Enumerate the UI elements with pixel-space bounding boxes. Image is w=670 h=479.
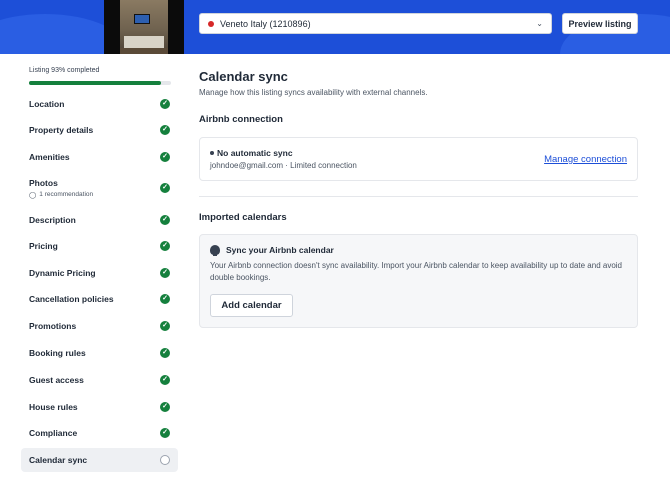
- check-icon: ✓: [160, 125, 170, 135]
- sync-status: No automatic sync: [210, 148, 293, 158]
- sidebar-item-label: Promotions: [29, 321, 77, 331]
- page-subtitle: Manage how this listing syncs availabili…: [199, 88, 428, 97]
- imported-card-title: Sync your Airbnb calendar: [226, 245, 334, 255]
- check-icon: ✓: [160, 183, 170, 193]
- sidebar-item-property-details[interactable]: Property details ✓: [21, 118, 178, 142]
- chevron-down-icon: ⌄: [536, 19, 543, 28]
- manage-connection-link[interactable]: Manage connection: [544, 154, 627, 165]
- lightbulb-icon: ◯: [29, 191, 37, 199]
- check-icon: ✓: [160, 375, 170, 385]
- sidebar-item-compliance[interactable]: Compliance ✓: [21, 421, 178, 445]
- sidebar-item-label: Booking rules: [29, 348, 86, 358]
- sidebar-item-label: Dynamic Pricing: [29, 268, 96, 278]
- sidebar-item-booking-rules[interactable]: Booking rules ✓: [21, 341, 178, 365]
- progress-bar-fill: [29, 81, 162, 85]
- connection-detail: johndoe@gmail.com · Limited connection: [210, 161, 357, 170]
- sidebar-item-label: House rules: [29, 402, 78, 412]
- airbnb-connection-heading: Airbnb connection: [199, 114, 283, 125]
- photos-recommendation: ◯ 1 recommendation: [29, 191, 93, 199]
- sidebar-item-cancellation-policies[interactable]: Cancellation policies ✓: [21, 287, 178, 311]
- sidebar-item-label: Compliance: [29, 428, 78, 438]
- sidebar-item-house-rules[interactable]: House rules ✓: [21, 395, 178, 419]
- recommendation-text: 1 recommendation: [39, 191, 94, 198]
- check-icon: ✓: [160, 321, 170, 331]
- listing-status-dot: [208, 20, 214, 27]
- sidebar-item-description[interactable]: Description ✓: [21, 208, 178, 232]
- check-icon: ✓: [160, 268, 170, 278]
- imported-card-header: Sync your Airbnb calendar: [210, 245, 334, 256]
- imported-calendar-card: Sync your Airbnb calendar Your Airbnb co…: [199, 234, 638, 328]
- sidebar-item-location[interactable]: Location ✓: [21, 92, 178, 116]
- sidebar-item-guest-access[interactable]: Guest access ✓: [21, 368, 178, 392]
- sidebar-item-photos[interactable]: Photos ◯ 1 recommendation ✓: [21, 172, 178, 204]
- listing-thumbnail: [104, 0, 184, 54]
- status-dot-icon: [210, 151, 214, 155]
- sidebar-item-calendar-sync[interactable]: Calendar sync: [21, 448, 178, 472]
- sidebar-item-label: Amenities: [29, 152, 70, 162]
- add-calendar-button[interactable]: Add calendar: [210, 294, 293, 317]
- imported-calendars-heading: Imported calendars: [199, 212, 287, 223]
- listing-select[interactable]: Veneto Italy (1210896) ⌄: [199, 13, 552, 34]
- page-title: Calendar sync: [199, 69, 288, 84]
- check-icon: ✓: [160, 402, 170, 412]
- incomplete-circle-icon: [160, 455, 170, 465]
- sidebar-item-label: Location: [29, 99, 65, 109]
- sidebar-item-amenities[interactable]: Amenities ✓: [21, 145, 178, 169]
- sidebar-item-label: Guest access: [29, 375, 84, 385]
- sidebar-item-label: Calendar sync: [29, 455, 88, 465]
- check-icon: ✓: [160, 294, 170, 304]
- check-icon: ✓: [160, 348, 170, 358]
- sidebar-item-label: Description: [29, 215, 76, 225]
- sidebar-item-label: Cancellation policies: [29, 294, 114, 304]
- sidebar-item-label: Photos: [29, 177, 58, 188]
- sidebar-item-pricing[interactable]: Pricing ✓: [21, 234, 178, 258]
- check-icon: ✓: [160, 428, 170, 438]
- sidebar-item-label: Pricing: [29, 241, 58, 251]
- section-divider: [199, 196, 638, 197]
- sidebar-item-dynamic-pricing[interactable]: Dynamic Pricing ✓: [21, 261, 178, 285]
- sync-status-text: No automatic sync: [217, 148, 293, 158]
- lightbulb-icon: [210, 245, 220, 256]
- sidebar-item-label: Property details: [29, 125, 94, 135]
- listing-select-value: Veneto Italy (1210896): [220, 18, 311, 29]
- progress-bar: [29, 81, 171, 85]
- check-icon: ✓: [160, 215, 170, 225]
- check-icon: ✓: [160, 241, 170, 251]
- airbnb-connection-card: No automatic sync johndoe@gmail.com · Li…: [199, 137, 638, 181]
- check-icon: ✓: [160, 152, 170, 162]
- sidebar-item-promotions[interactable]: Promotions ✓: [21, 314, 178, 338]
- progress-label: Listing 93% completed: [29, 67, 100, 74]
- preview-listing-button[interactable]: Preview listing: [562, 13, 638, 34]
- check-icon: ✓: [160, 99, 170, 109]
- imported-card-body: Your Airbnb connection doesn't sync avai…: [210, 261, 623, 282]
